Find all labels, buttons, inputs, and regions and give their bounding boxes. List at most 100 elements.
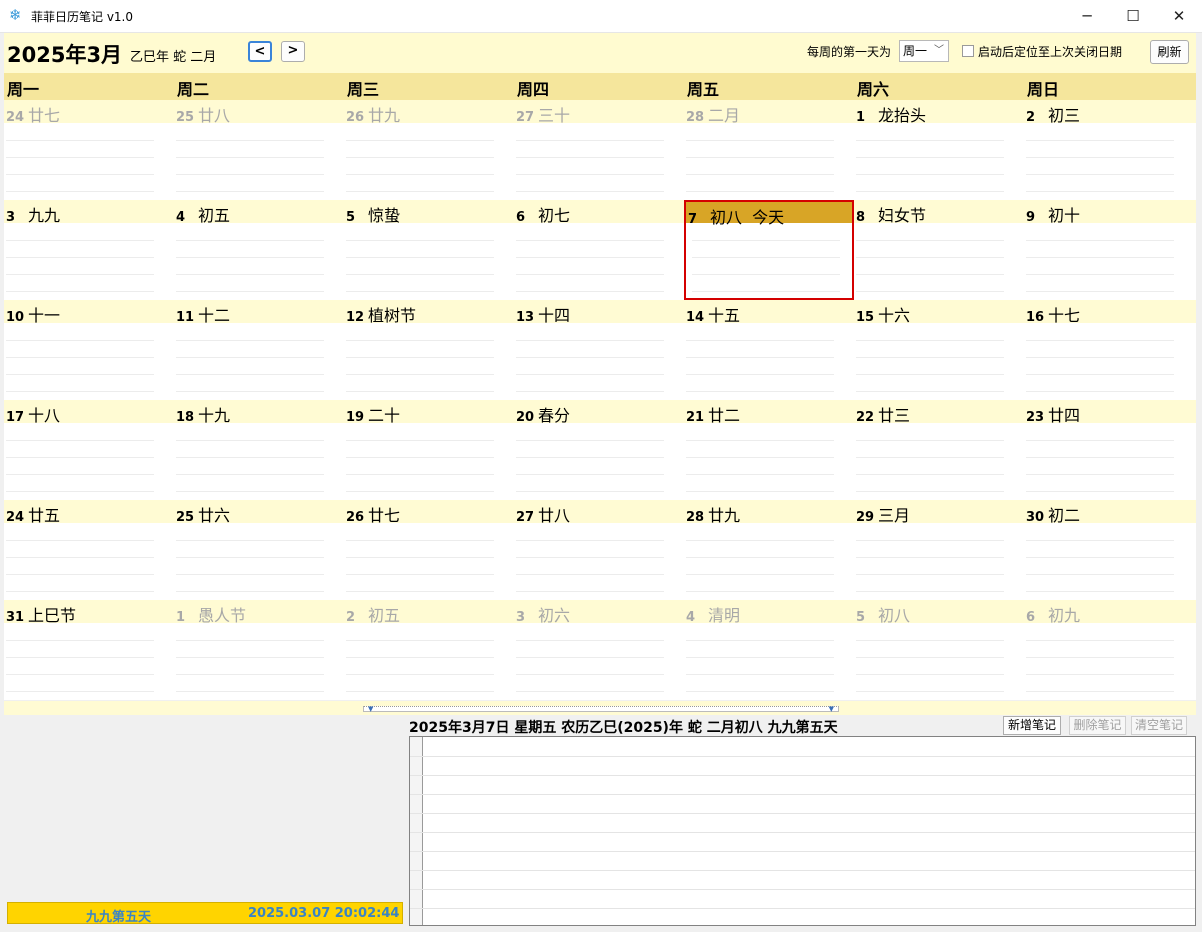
snowflake-icon: ❄ (9, 6, 22, 24)
lunar-date: 植树节 (368, 306, 417, 325)
note-line (1026, 557, 1174, 558)
day-cell[interactable]: 10 十一 (4, 300, 174, 400)
day-cell[interactable]: 9 初十 (1024, 200, 1194, 300)
day-cell[interactable]: 2 初五 (344, 600, 514, 700)
note-line (410, 870, 1195, 871)
day-cell[interactable]: 20 春分 (514, 400, 684, 500)
day-cell[interactable]: 4 清明 (684, 600, 854, 700)
prev-month-button[interactable]: < (248, 41, 272, 62)
day-cell[interactable]: 16 十七 (1024, 300, 1194, 400)
note-line (176, 391, 324, 392)
day-number: 25 (176, 510, 195, 525)
note-line (856, 540, 1004, 541)
week-start-select[interactable]: 周一 ﹀ (899, 40, 949, 62)
day-cell[interactable]: 5 惊蛰 (344, 200, 514, 300)
day-header: 20 春分 (516, 402, 682, 425)
day-cell[interactable]: 28 二月 (684, 100, 854, 200)
note-line (1026, 491, 1174, 492)
day-cell[interactable]: 12 植树节 (344, 300, 514, 400)
note-line (346, 391, 494, 392)
lunar-date: 十九 (198, 406, 231, 425)
day-cell[interactable]: 27 廿八 (514, 500, 684, 600)
note-line (346, 540, 494, 541)
note-line (346, 340, 494, 341)
day-cell[interactable]: 27 三十 (514, 100, 684, 200)
splitter-handle[interactable]: ▼ ▼ (363, 705, 839, 713)
note-line (1026, 391, 1174, 392)
note-line (516, 340, 664, 341)
day-cell[interactable]: 8 妇女节 (854, 200, 1024, 300)
day-cell[interactable]: 29 三月 (854, 500, 1024, 600)
day-cell-today[interactable]: 7 初八 今天 (684, 200, 854, 300)
day-cell[interactable]: 5 初八 (854, 600, 1024, 700)
clear-notes-button[interactable]: 清空笔记 (1131, 716, 1187, 735)
panel-splitter[interactable]: ▼ ▼ (4, 701, 1196, 715)
day-cell[interactable]: 6 初九 (1024, 600, 1194, 700)
day-number: 16 (1026, 310, 1045, 325)
day-cell[interactable]: 13 十四 (514, 300, 684, 400)
day-cell[interactable]: 25 廿八 (174, 100, 344, 200)
note-line (686, 340, 834, 341)
notes-editor[interactable] (409, 736, 1196, 926)
note-line (1026, 274, 1174, 275)
next-month-button[interactable]: > (281, 41, 305, 62)
day-cell[interactable]: 26 廿七 (344, 500, 514, 600)
day-cell[interactable]: 24 廿七 (4, 100, 174, 200)
weekday-label: 周五 (687, 80, 720, 99)
day-header: 9 初十 (1026, 202, 1192, 225)
day-cell[interactable]: 30 初二 (1024, 500, 1194, 600)
day-cell[interactable]: 1 愚人节 (174, 600, 344, 700)
maximize-button[interactable]: ☐ (1110, 0, 1156, 32)
note-line (856, 291, 1004, 292)
day-cell[interactable]: 19 二十 (344, 400, 514, 500)
minimize-button[interactable]: ─ (1064, 0, 1110, 32)
day-header: 30 初二 (1026, 502, 1192, 525)
note-line (346, 674, 494, 675)
day-cell[interactable]: 28 廿九 (684, 500, 854, 600)
note-line (410, 813, 1195, 814)
day-header: 27 三十 (516, 102, 682, 125)
note-line (1026, 440, 1174, 441)
day-cell[interactable]: 11 十二 (174, 300, 344, 400)
note-line (1026, 374, 1174, 375)
day-cell[interactable]: 31 上巳节 (4, 600, 174, 700)
day-cell[interactable]: 21 廿二 (684, 400, 854, 500)
day-header: 3 初六 (516, 602, 682, 625)
restore-last-date-checkbox[interactable] (962, 45, 974, 57)
day-cell[interactable]: 14 十五 (684, 300, 854, 400)
day-cell[interactable]: 18 十九 (174, 400, 344, 500)
day-cell[interactable]: 3 初六 (514, 600, 684, 700)
refresh-button[interactable]: 刷新 (1150, 40, 1189, 64)
collapse-down-icon[interactable]: ▼ (829, 705, 834, 713)
day-header: 23 廿四 (1026, 402, 1192, 425)
note-line (1026, 291, 1174, 292)
day-cell[interactable]: 2 初三 (1024, 100, 1194, 200)
day-cell[interactable]: 6 初七 (514, 200, 684, 300)
note-line (686, 191, 834, 192)
day-header: 18 十九 (176, 402, 342, 425)
day-cell[interactable]: 24 廿五 (4, 500, 174, 600)
day-cell[interactable]: 23 廿四 (1024, 400, 1194, 500)
delete-note-button[interactable]: 删除笔记 (1069, 716, 1126, 735)
note-line (346, 574, 494, 575)
restore-last-date-label[interactable]: 启动后定位至上次关闭日期 (978, 43, 1122, 60)
note-line (346, 474, 494, 475)
collapse-up-icon[interactable]: ▼ (368, 705, 373, 713)
day-header: 11 十二 (176, 302, 342, 325)
day-cell[interactable]: 17 十八 (4, 400, 174, 500)
close-button[interactable]: ✕ (1156, 0, 1202, 32)
add-note-button[interactable]: 新增笔记 (1003, 716, 1061, 735)
day-cell[interactable]: 4 初五 (174, 200, 344, 300)
note-line (856, 457, 1004, 458)
day-header: 12 植树节 (346, 302, 512, 325)
day-cell[interactable]: 15 十六 (854, 300, 1024, 400)
day-cell[interactable]: 25 廿六 (174, 500, 344, 600)
day-cell[interactable]: 22 廿三 (854, 400, 1024, 500)
day-cell[interactable]: 26 廿九 (344, 100, 514, 200)
day-cell[interactable]: 1 龙抬头 (854, 100, 1024, 200)
note-line (1026, 240, 1174, 241)
day-header: 5 惊蛰 (346, 202, 512, 225)
lunar-date: 愚人节 (198, 606, 247, 625)
day-number: 3 (6, 210, 16, 225)
day-cell[interactable]: 3 九九 (4, 200, 174, 300)
